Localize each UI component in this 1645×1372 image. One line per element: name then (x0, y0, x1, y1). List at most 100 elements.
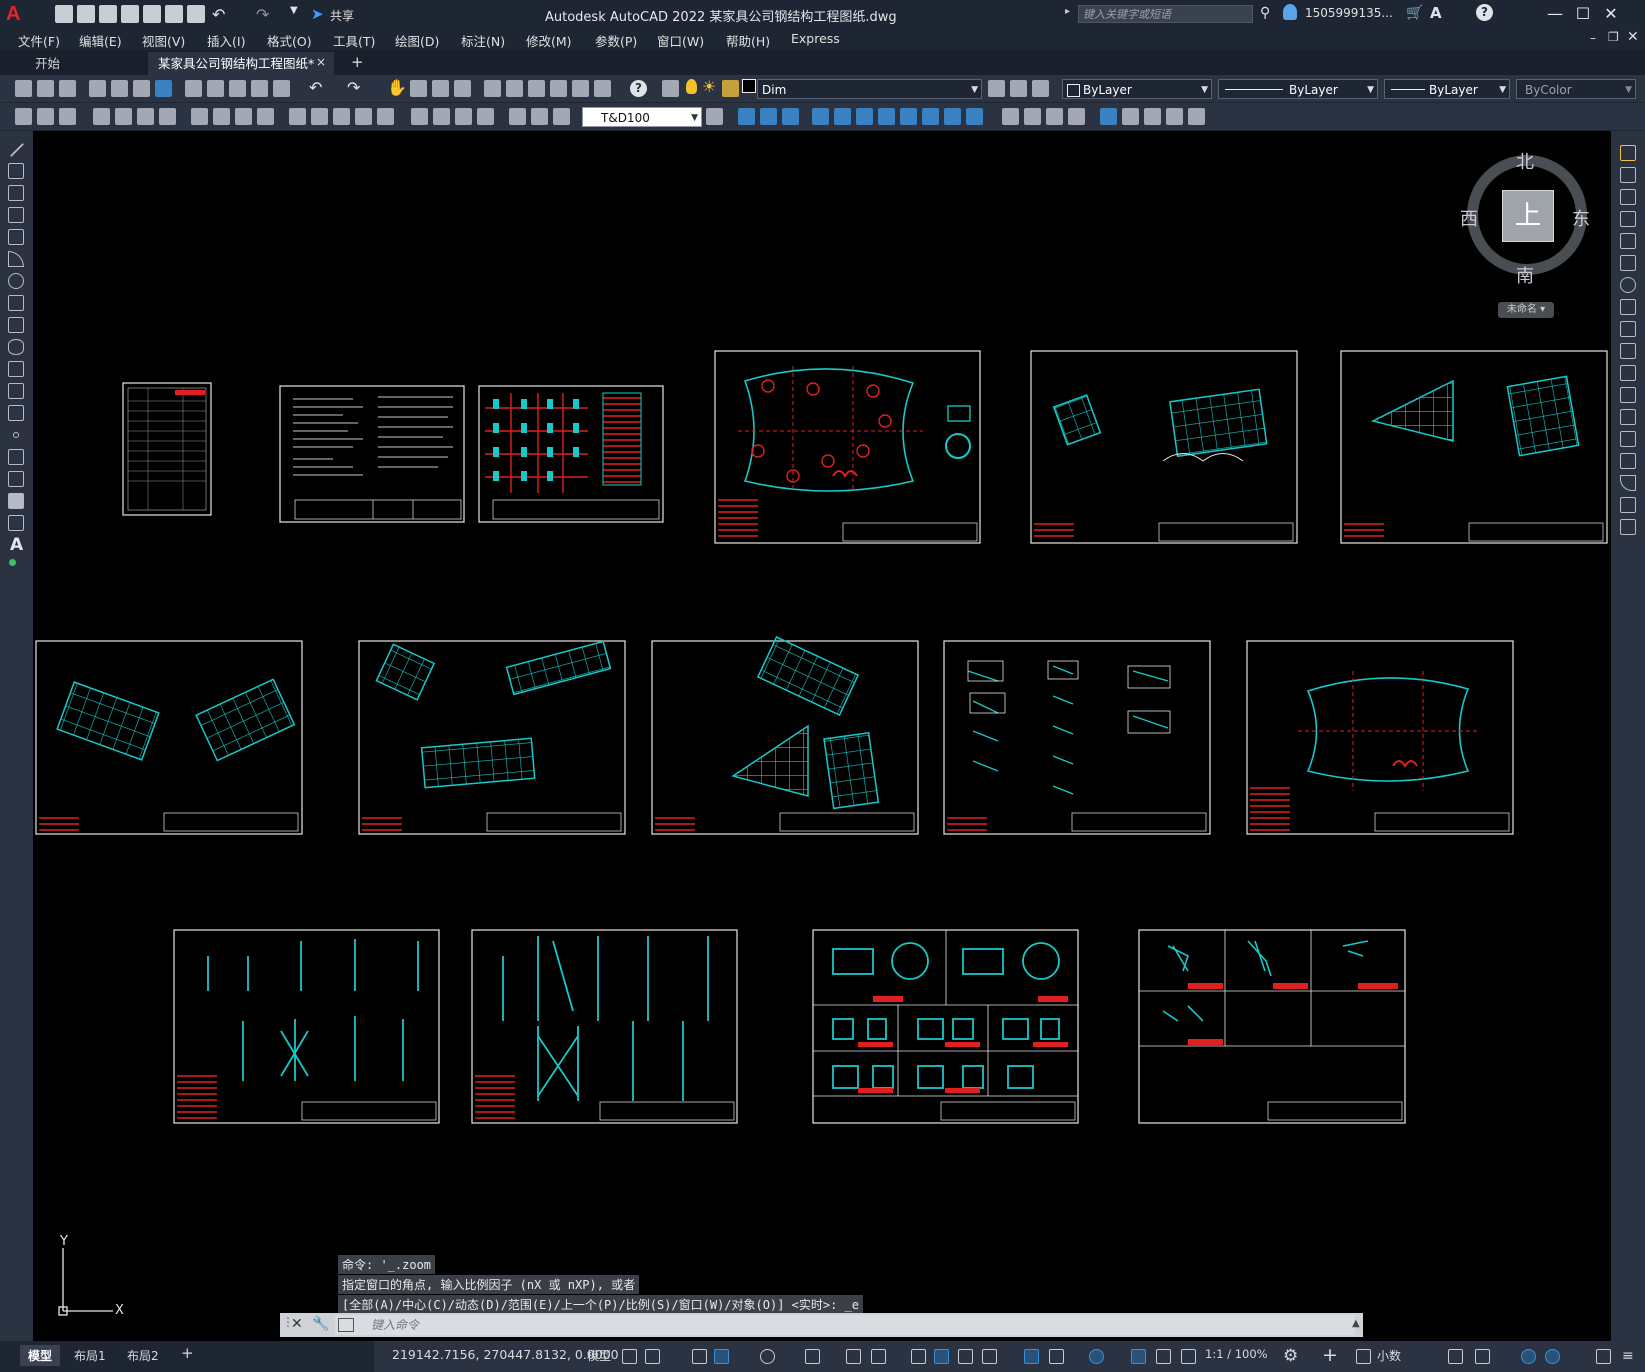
break-palette-icon[interactable] (1620, 409, 1636, 425)
fillet-palette-icon[interactable] (1620, 475, 1636, 491)
tab-drawing[interactable]: 某家具公司钢结构工程图纸* (148, 52, 334, 75)
new-file-icon[interactable] (55, 5, 73, 23)
plot-preview-icon[interactable] (111, 80, 128, 97)
hatch-edit-icon[interactable] (1166, 108, 1183, 125)
sheet-frame-plan-3[interactable] (35, 640, 303, 835)
compass-east[interactable]: 东 (1572, 205, 1590, 231)
erase-palette-icon[interactable] (1620, 145, 1636, 161)
sheet-drawing-list[interactable] (122, 382, 212, 516)
center-mark-icon[interactable] (433, 108, 450, 125)
erase-icon[interactable] (738, 108, 755, 125)
join-palette-icon[interactable] (1620, 431, 1636, 447)
fillet-icon[interactable] (1068, 108, 1085, 125)
undo-icon[interactable]: ↶ (212, 5, 230, 24)
compass-south[interactable]: 南 (1516, 262, 1534, 288)
dim-style-manager-icon[interactable] (706, 108, 723, 125)
construction-line-icon[interactable] (8, 163, 24, 179)
3d-osnap-icon[interactable] (982, 1349, 997, 1364)
share-button[interactable]: 共享 (330, 7, 354, 24)
publish-web-icon[interactable] (155, 80, 172, 97)
cart-icon[interactable]: 🛒 (1406, 5, 1423, 21)
menu-file[interactable]: 文件(F) (18, 31, 60, 50)
grid-icon[interactable] (622, 1349, 637, 1364)
clean-screen-icon[interactable] (1596, 1349, 1611, 1364)
web-save-icon[interactable] (165, 5, 183, 23)
circle-icon[interactable] (8, 273, 24, 289)
move-icon[interactable] (856, 108, 873, 125)
continue-dim-icon[interactable] (333, 108, 350, 125)
join-icon[interactable] (1024, 108, 1041, 125)
linear-dim-icon[interactable] (93, 108, 110, 125)
gradient-icon[interactable] (8, 471, 24, 487)
stretch-palette-icon[interactable] (1620, 321, 1636, 337)
tab-close-icon[interactable]: × (316, 55, 326, 69)
share-icon[interactable]: ➤ (311, 5, 324, 23)
pan-icon[interactable]: ✋ (387, 78, 407, 97)
hatch-icon[interactable] (8, 449, 24, 465)
object-snap-icon[interactable] (871, 1349, 886, 1364)
help-icon[interactable]: ? (1476, 4, 1493, 21)
sheet-set-icon[interactable] (550, 80, 567, 97)
paste-icon[interactable] (229, 80, 246, 97)
markup-icon[interactable] (572, 80, 589, 97)
command-close-icon[interactable]: ✕ (291, 1316, 303, 1332)
menu-format[interactable]: 格式(O) (267, 31, 312, 50)
doc-minimize-icon[interactable]: – (1590, 31, 1596, 45)
menu-window[interactable]: 窗口(W) (657, 31, 704, 50)
tolerance-icon[interactable] (411, 108, 428, 125)
rotate-icon[interactable] (878, 108, 895, 125)
sheet-frame-plan-4[interactable] (358, 640, 626, 835)
menu-edit[interactable]: 编辑(E) (79, 31, 122, 50)
rotate-palette-icon[interactable] (1620, 277, 1636, 293)
drawing-canvas[interactable]: Y X (33, 131, 1611, 1341)
layer-iso-icon[interactable] (59, 108, 76, 125)
menu-modify[interactable]: 修改(M) (526, 31, 572, 50)
lock-ui-icon[interactable] (1475, 1349, 1490, 1364)
chamfer-icon[interactable] (1046, 108, 1063, 125)
viewcube-top-face[interactable]: 上 (1502, 190, 1554, 242)
coordinates-readout[interactable]: 219142.7156, 270447.8132, 0.0000 (392, 1347, 619, 1362)
menu-help[interactable]: 帮助(H) (726, 31, 770, 50)
layer-unlock-icon[interactable] (722, 80, 739, 97)
compass-west[interactable]: 西 (1460, 205, 1478, 231)
save-icon[interactable] (99, 5, 117, 23)
ellipse-arc-icon[interactable] (8, 361, 24, 377)
chamfer-palette-icon[interactable] (1620, 453, 1636, 469)
undo-toolbar-icon[interactable]: ↶ (309, 78, 322, 97)
customize-qat-icon[interactable]: ▼ (290, 5, 308, 23)
arc-length-icon[interactable] (137, 108, 154, 125)
dim-edit-icon[interactable] (509, 108, 526, 125)
doc-restore-icon[interactable]: ❐ (1608, 30, 1619, 44)
array-palette-icon[interactable] (1620, 233, 1636, 249)
make-block-icon[interactable] (8, 405, 24, 421)
hardware-acceleration-icon[interactable] (1545, 1349, 1560, 1364)
plot-icon[interactable] (187, 5, 205, 23)
ortho-icon[interactable] (714, 1349, 729, 1364)
infer-constraints-icon[interactable] (692, 1349, 707, 1364)
plotstyle-dropdown[interactable]: ByColor ▼ (1516, 79, 1636, 99)
doc-close-icon[interactable]: ✕ (1627, 29, 1639, 45)
blend-palette-icon[interactable] (1620, 497, 1636, 513)
layer-previous-icon[interactable] (1010, 80, 1027, 97)
polygon-icon[interactable] (8, 207, 24, 223)
publish-icon[interactable] (133, 80, 150, 97)
redo-toolbar-icon[interactable]: ↷ (347, 78, 360, 97)
layer-dropdown[interactable]: Dim ▼ (757, 79, 982, 99)
command-prompt-icon[interactable] (338, 1318, 354, 1332)
autodesk-a360-icon[interactable]: A (1430, 4, 1442, 22)
annotation-scale-icon[interactable] (1181, 1349, 1196, 1364)
minimize-icon[interactable]: — (1545, 4, 1565, 24)
extend-palette-icon[interactable] (1620, 365, 1636, 381)
trim-palette-icon[interactable] (1620, 343, 1636, 359)
isodraft-icon[interactable] (805, 1349, 820, 1364)
redo-icon[interactable]: ↷ (256, 5, 274, 24)
user-icon[interactable] (1283, 4, 1297, 20)
insert-block-icon[interactable] (8, 383, 24, 399)
dim-text-edit-icon[interactable] (531, 108, 548, 125)
open-icon[interactable] (37, 80, 54, 97)
command-history-toggle-icon[interactable]: ▲ (1352, 1318, 1360, 1329)
annotation-monitor-icon[interactable]: + (1322, 1344, 1338, 1366)
sheet-connection-details[interactable] (943, 640, 1211, 835)
polar-tracking-icon[interactable] (760, 1349, 775, 1364)
annotation-visibility-icon[interactable] (1131, 1349, 1146, 1364)
